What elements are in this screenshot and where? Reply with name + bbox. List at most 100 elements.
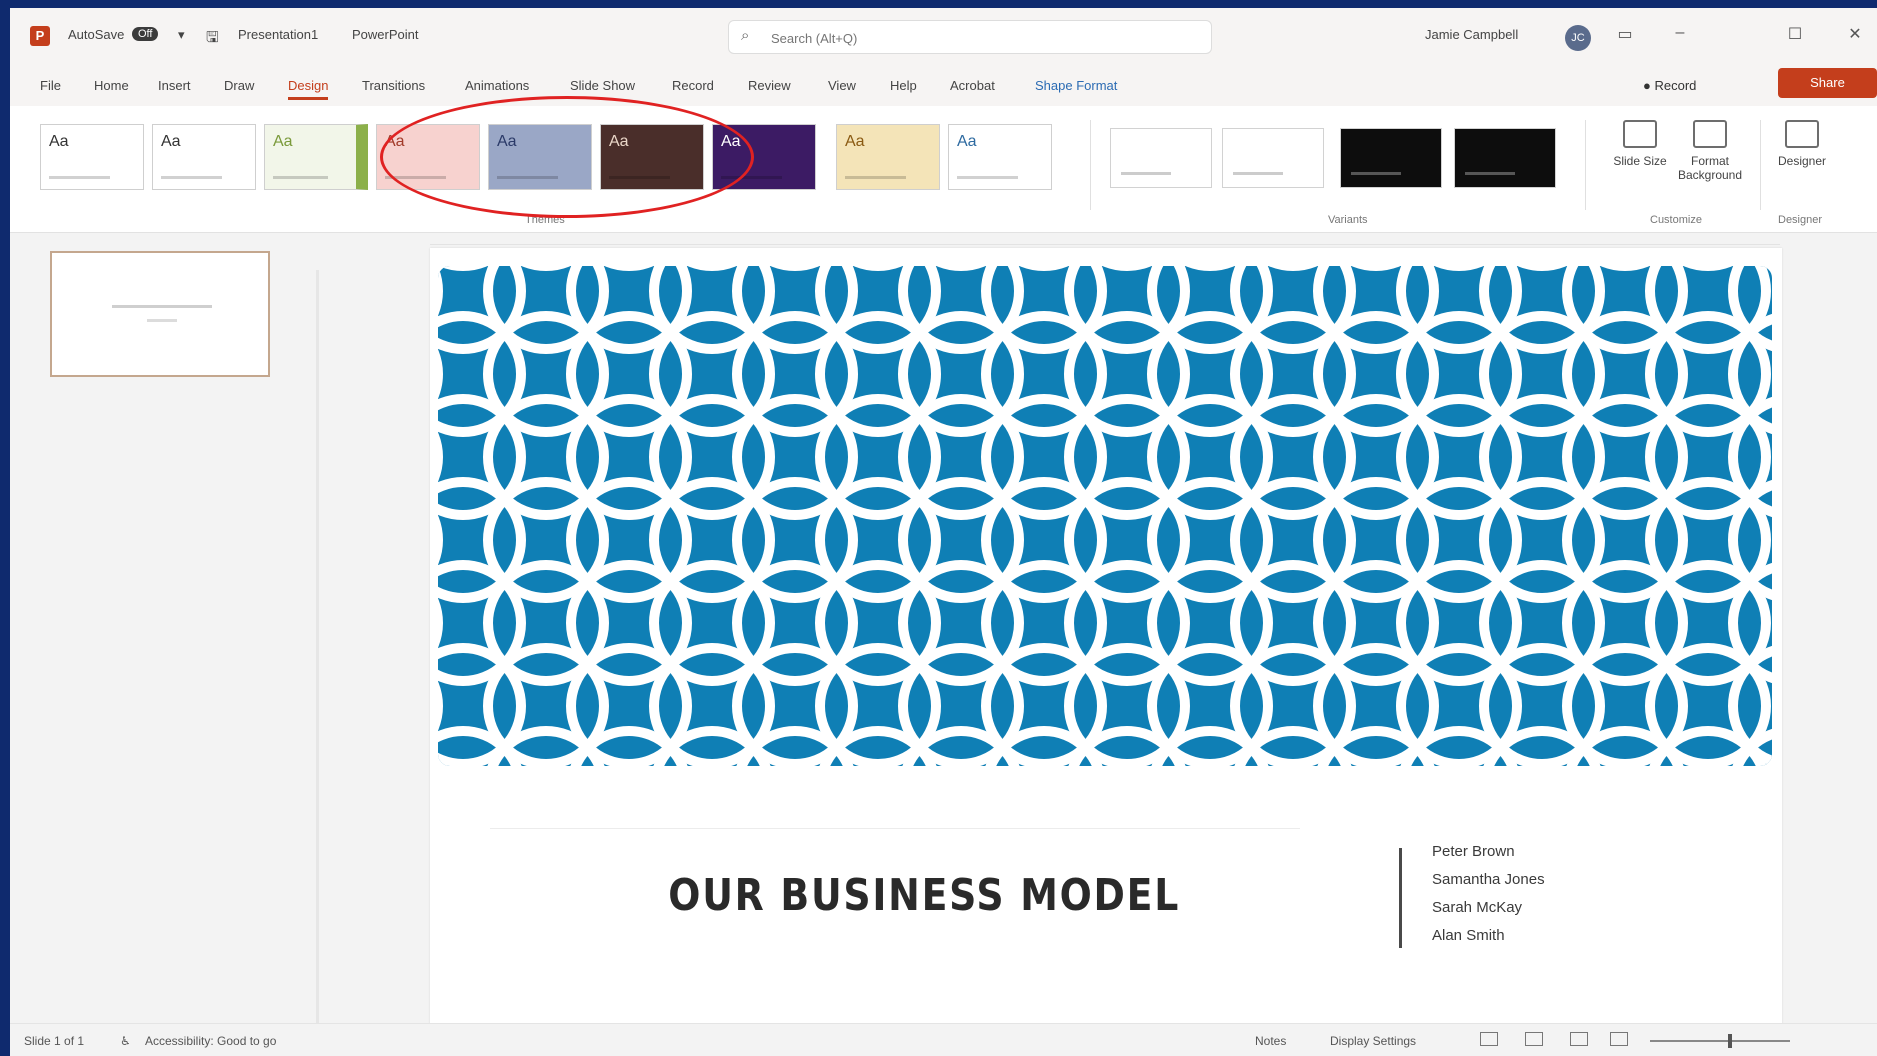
slide-size-label: Slide Size (1613, 154, 1667, 168)
customize-group-label: Customize (1650, 214, 1702, 226)
powerpoint-logo-icon: P (30, 26, 50, 46)
app-name: PowerPoint (352, 27, 419, 42)
theme-aa-label: Aa (721, 133, 741, 150)
record-button[interactable]: ● Record (1635, 74, 1704, 97)
powerpoint-window: P AutoSave Off ▾ 🖫 Presentation1 PowerPo… (10, 8, 1877, 1056)
tab-home[interactable]: Home (94, 78, 129, 93)
tab-review[interactable]: Review (748, 78, 791, 93)
search-box[interactable]: ⌕ (728, 20, 1212, 54)
theme-preview-line (49, 176, 111, 179)
ribbon-display-icon[interactable]: ▭ (1610, 24, 1640, 44)
theme-thumbnail[interactable]: Aa (152, 124, 256, 190)
thumbnail-subtitle-line (147, 319, 177, 322)
thumbnail-title-line (112, 305, 212, 308)
theme-aa-label: Aa (957, 133, 977, 150)
slide-counter: Slide 1 of 1 (24, 1034, 85, 1048)
theme-aa-label: Aa (845, 133, 865, 150)
theme-preview-line (497, 176, 559, 179)
slide-sorter-icon[interactable] (1525, 1032, 1543, 1046)
theme-thumbnail[interactable]: Aa (264, 124, 368, 190)
maximize-icon[interactable]: ☐ (1780, 24, 1810, 44)
theme-aa-label: Aa (385, 133, 405, 150)
tab-help[interactable]: Help (890, 78, 917, 93)
variant-thumbnail[interactable] (1222, 128, 1324, 188)
tab-slide-show[interactable]: Slide Show (570, 78, 635, 93)
tab-design[interactable]: Design (288, 78, 329, 100)
theme-thumbnail[interactable]: Aa (488, 124, 592, 190)
zoom-slider[interactable] (1650, 1040, 1790, 1042)
title-divider (1399, 848, 1402, 948)
avatar[interactable]: JC (1565, 25, 1591, 51)
slideshow-view-icon[interactable] (1610, 1032, 1628, 1046)
tab-record[interactable]: Record (672, 78, 714, 93)
variant-thumbnail[interactable] (1110, 128, 1212, 188)
designer-group-label: Designer (1778, 214, 1823, 226)
themes-group-label: Themes (525, 214, 565, 226)
ribbon-separator (1585, 120, 1586, 210)
accessibility-status[interactable]: Accessibility: Good to go (145, 1034, 276, 1048)
designer-button[interactable]: Designer (1762, 120, 1842, 168)
theme-aa-label: Aa (497, 133, 517, 150)
variant-preview-line (1351, 172, 1401, 175)
theme-aa-label: Aa (161, 133, 181, 150)
theme-preview-line (845, 176, 907, 179)
theme-thumbnail[interactable]: Aa (600, 124, 704, 190)
share-button[interactable]: Share (1778, 68, 1877, 98)
pane-splitter[interactable] (316, 270, 319, 1030)
circle-pattern-graphic (438, 266, 1772, 766)
tab-transitions[interactable]: Transitions (362, 78, 425, 93)
slide-canvas[interactable]: OUR BUSINESS MODEL Peter Brown Samantha … (430, 248, 1782, 1028)
ribbon-separator (1760, 120, 1761, 210)
author-name: Sarah McKay (1432, 899, 1523, 916)
tab-acrobat[interactable]: Acrobat (950, 78, 995, 93)
search-input[interactable] (769, 27, 1173, 49)
theme-thumbnail[interactable]: Aa (376, 124, 480, 190)
ruler (430, 236, 1780, 245)
accessibility-icon[interactable]: ♿ (120, 1034, 131, 1048)
theme-aa-label: Aa (49, 133, 69, 150)
chevron-down-icon[interactable]: ▾ (178, 27, 185, 43)
title-bar: P AutoSave Off ▾ 🖫 Presentation1 PowerPo… (10, 8, 1877, 67)
authors-list[interactable]: Peter Brown Samantha Jones Sarah McKay A… (1432, 838, 1545, 950)
minimize-icon[interactable]: – (1665, 24, 1695, 42)
record-button-label: Record (1654, 78, 1697, 93)
title-placeholder[interactable]: OUR BUSINESS MODEL Peter Brown Samantha … (470, 808, 1740, 978)
ribbon-separator (1090, 120, 1091, 210)
title-rule (490, 828, 1300, 829)
save-icon[interactable]: 🖫 (206, 27, 219, 52)
slide-title[interactable]: OUR BUSINESS MODEL (668, 870, 1180, 921)
tab-draw[interactable]: Draw (224, 78, 254, 93)
file-name: Presentation1 (238, 27, 319, 42)
tab-animations[interactable]: Animations (465, 78, 529, 93)
autosave-toggle[interactable]: Off (132, 27, 159, 41)
format-background-label: Format Background (1677, 154, 1743, 182)
reading-view-icon[interactable] (1570, 1032, 1588, 1046)
tab-file[interactable]: File (40, 78, 61, 93)
slide-thumbnail[interactable] (50, 251, 270, 377)
theme-thumbnail[interactable]: Aa (948, 124, 1052, 190)
author-name: Samantha Jones (1432, 871, 1545, 888)
display-settings-button[interactable]: Display Settings (1330, 1034, 1416, 1048)
autosave-label: AutoSave (68, 27, 125, 42)
notes-button[interactable]: Notes (1255, 1034, 1286, 1048)
theme-thumbnail[interactable]: Aa (40, 124, 144, 190)
theme-thumbnail[interactable]: Aa (836, 124, 940, 190)
normal-view-icon[interactable] (1480, 1032, 1498, 1046)
tab-view[interactable]: View (828, 78, 856, 93)
status-bar: Slide 1 of 1 ♿ Accessibility: Good to go… (10, 1023, 1877, 1056)
zoom-slider-thumb[interactable] (1728, 1034, 1732, 1048)
tab-shape-format[interactable]: Shape Format (1035, 78, 1117, 93)
slide-thumbnail-pane (10, 233, 310, 1018)
variant-thumbnail[interactable] (1340, 128, 1442, 188)
slide-size-icon (1623, 120, 1657, 148)
tab-insert[interactable]: Insert (158, 78, 191, 93)
format-background-button[interactable]: Format Background (1665, 120, 1755, 182)
close-icon[interactable]: ✕ (1840, 24, 1870, 44)
theme-aa-label: Aa (273, 133, 293, 150)
theme-thumbnail[interactable]: Aa (712, 124, 816, 190)
search-icon: ⌕ (741, 27, 750, 44)
variant-preview-line (1121, 172, 1171, 175)
variant-thumbnail[interactable] (1454, 128, 1556, 188)
variants-group-label: Variants (1328, 214, 1368, 226)
design-ribbon: Aa Aa Aa Aa Aa Aa Aa Aa Aa Slide Size Format Bac… (10, 106, 1877, 233)
